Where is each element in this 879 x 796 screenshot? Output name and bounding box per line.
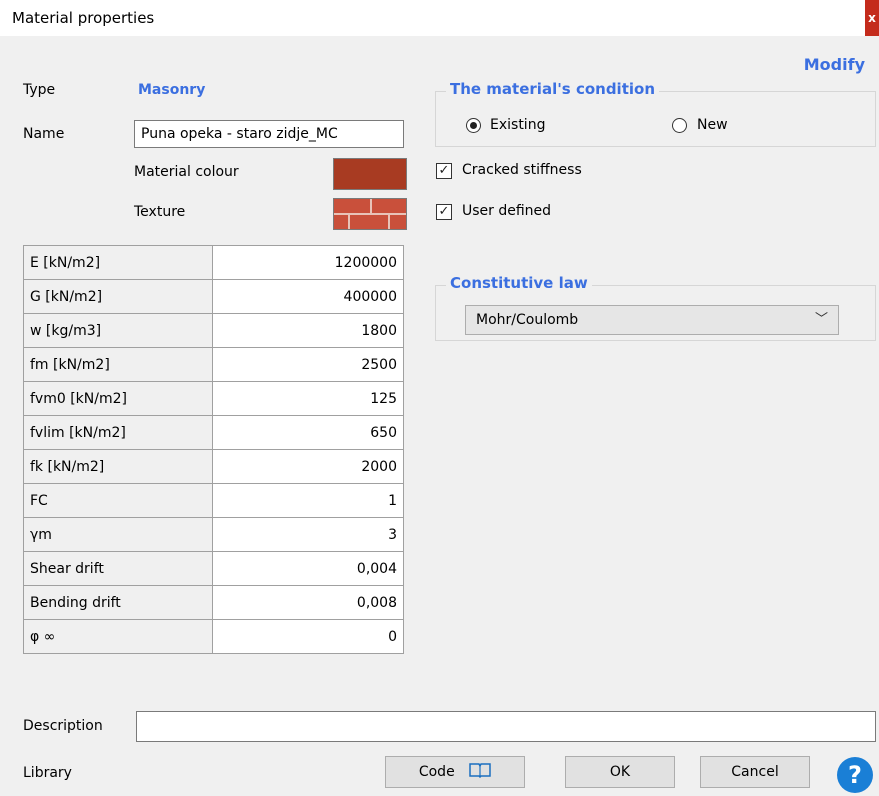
texture-label: Texture <box>134 204 186 220</box>
type-label: Type <box>23 82 56 98</box>
window-title: Material properties <box>12 9 155 27</box>
new-label[interactable]: New <box>697 117 728 133</box>
constitutive-law-title: Constitutive law <box>446 274 592 292</box>
property-name: Shear drift <box>23 551 213 586</box>
cancel-button[interactable]: Cancel <box>700 756 810 788</box>
property-value[interactable]: 400000 <box>212 279 404 314</box>
user-defined-checkbox[interactable]: ✓ <box>436 204 452 220</box>
new-radio[interactable] <box>672 118 687 133</box>
library-label: Library <box>23 765 72 781</box>
property-name: fvlim [kN/m2] <box>23 415 213 450</box>
property-name: fm [kN/m2] <box>23 347 213 382</box>
property-name: φ ∞ <box>23 619 213 654</box>
table-row: φ ∞ 0 <box>23 619 404 654</box>
property-value[interactable]: 1200000 <box>212 245 404 280</box>
table-row: w [kg/m3] 1800 <box>23 313 404 348</box>
property-value[interactable]: 0,008 <box>212 585 404 620</box>
cracked-stiffness-checkbox[interactable]: ✓ <box>436 163 452 179</box>
existing-label[interactable]: Existing <box>490 117 545 133</box>
table-row: Bending drift 0,008 <box>23 585 404 620</box>
property-value[interactable]: 0,004 <box>212 551 404 586</box>
property-value[interactable]: 125 <box>212 381 404 416</box>
book-icon <box>469 763 491 779</box>
property-name: FC <box>23 483 213 518</box>
properties-table: E [kN/m2] 1200000 G [kN/m2] 400000 w [kg/m3]… <box>23 245 404 654</box>
property-value[interactable]: 0 <box>212 619 404 654</box>
modify-link[interactable]: Modify <box>804 55 865 74</box>
property-name: fvm0 [kN/m2] <box>23 381 213 416</box>
chevron-down-icon: ﹀ <box>814 312 828 327</box>
material-colour-label: Material colour <box>134 164 239 180</box>
table-row: fk [kN/m2] 2000 <box>23 449 404 484</box>
cracked-stiffness-label[interactable]: Cracked stiffness <box>462 162 582 178</box>
property-name: γm <box>23 517 213 552</box>
close-button[interactable]: x <box>865 0 879 36</box>
existing-radio[interactable] <box>466 118 481 133</box>
table-row: fvlim [kN/m2] 650 <box>23 415 404 450</box>
help-icon[interactable]: ? <box>837 757 873 793</box>
property-name: Bending drift <box>23 585 213 620</box>
name-label: Name <box>23 126 65 142</box>
table-row: Shear drift 0,004 <box>23 551 404 586</box>
user-defined-label[interactable]: User defined <box>462 203 551 219</box>
description-field[interactable] <box>136 711 876 742</box>
property-name: G [kN/m2] <box>23 279 213 314</box>
property-value[interactable]: 1800 <box>212 313 404 348</box>
property-name: w [kg/m3] <box>23 313 213 348</box>
property-name: fk [kN/m2] <box>23 449 213 484</box>
table-row: FC 1 <box>23 483 404 518</box>
constitutive-law-select[interactable]: Mohr/Coulomb ﹀ <box>465 305 839 335</box>
material-colour-swatch[interactable] <box>333 158 407 190</box>
table-row: γm 3 <box>23 517 404 552</box>
table-row: G [kN/m2] 400000 <box>23 279 404 314</box>
description-label: Description <box>23 718 103 734</box>
name-field[interactable] <box>134 120 404 148</box>
code-button-label: Code <box>418 764 455 780</box>
brick-texture-icon[interactable] <box>333 198 407 230</box>
code-button[interactable]: Code <box>385 756 525 788</box>
property-value[interactable]: 2000 <box>212 449 404 484</box>
condition-group-title: The material's condition <box>446 80 659 98</box>
property-value[interactable]: 650 <box>212 415 404 450</box>
table-row: fvm0 [kN/m2] 125 <box>23 381 404 416</box>
table-row: fm [kN/m2] 2500 <box>23 347 404 382</box>
property-value[interactable]: 1 <box>212 483 404 518</box>
property-value[interactable]: 3 <box>212 517 404 552</box>
constitutive-law-value: Mohr/Coulomb <box>476 312 579 328</box>
property-value[interactable]: 2500 <box>212 347 404 382</box>
property-name: E [kN/m2] <box>23 245 213 280</box>
ok-button[interactable]: OK <box>565 756 675 788</box>
type-value: Masonry <box>138 82 206 98</box>
table-row: E [kN/m2] 1200000 <box>23 245 404 280</box>
